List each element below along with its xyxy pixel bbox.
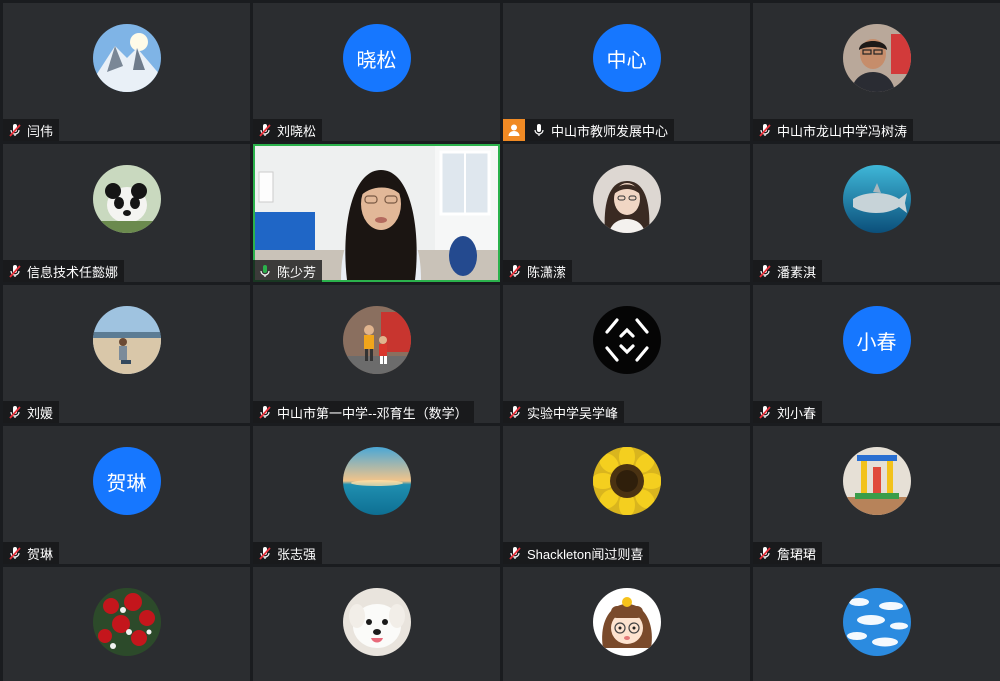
name-bar: 潘素淇 — [753, 260, 823, 282]
mic-muted-icon[interactable] — [7, 263, 23, 279]
participant-name: 刘小春 — [777, 405, 817, 421]
avatar-child — [342, 306, 411, 374]
host-user-icon — [503, 119, 525, 141]
participant-name: 刘媛 — [27, 405, 54, 421]
avatar-initials: 中心 — [592, 24, 661, 92]
participant-tile[interactable]: 信息技术任懿娜 — [3, 144, 250, 282]
participant-tile[interactable]: 詹珺珺 — [753, 426, 1000, 564]
avatar-clouds — [842, 588, 911, 656]
avatar-mountain — [92, 24, 161, 92]
name-bar: 中山市第一中学--邓育生（数学） — [253, 401, 474, 423]
participant-name: 张志强 — [277, 546, 317, 562]
name-bar: 陈少芳 — [253, 260, 323, 282]
avatar-roses — [92, 588, 161, 656]
avatar-cartoon-girl — [592, 588, 661, 656]
participant-name: Shackleton闻过则喜 — [527, 546, 644, 562]
avatar-dog — [342, 588, 411, 656]
mic-speaking-icon[interactable] — [257, 263, 273, 279]
mic-muted-icon[interactable] — [757, 545, 773, 561]
name-bar: 刘小春 — [753, 401, 823, 423]
avatar-toy — [842, 447, 911, 515]
avatar-initials: 晓松 — [342, 24, 411, 92]
name-bar: 闫伟 — [3, 119, 60, 141]
avatar-woman — [592, 165, 661, 233]
participant-tile[interactable]: 实验中学吴学峰 — [503, 285, 750, 423]
name-bar: 陈潇潆 — [503, 260, 573, 282]
participant-grid: 闫伟 晓松 刘晓松 中心 中山市教师发展中心 中山市龙山中学冯树涛 信息技术任懿… — [3, 3, 1000, 681]
name-bar: 张志强 — [253, 542, 323, 564]
participant-name: 信息技术任懿娜 — [27, 264, 119, 280]
participant-tile[interactable]: Shackleton闻过则喜 — [503, 426, 750, 564]
name-bar: 实验中学吴学峰 — [503, 401, 625, 423]
participant-name: 中山市龙山中学冯树涛 — [777, 123, 908, 139]
mic-muted-icon[interactable] — [507, 545, 523, 561]
name-bar: 信息技术任懿娜 — [3, 260, 125, 282]
avatar-initials: 贺琳 — [92, 447, 161, 515]
participant-tile-active-speaker[interactable]: 陈少芳 — [253, 144, 500, 282]
participant-tile[interactable]: 张志强 — [253, 426, 500, 564]
avatar-initials: 小春 — [842, 306, 911, 374]
participant-name: 陈少芳 — [277, 264, 317, 280]
participant-name: 中山市教师发展中心 — [551, 123, 669, 139]
participant-tile[interactable]: 贺琳 贺琳 — [3, 426, 250, 564]
participant-tile[interactable]: 闫伟 — [3, 3, 250, 141]
mic-muted-icon[interactable] — [757, 122, 773, 138]
participant-tile[interactable] — [3, 567, 250, 681]
mic-muted-icon[interactable] — [7, 122, 23, 138]
participant-name: 陈潇潆 — [527, 264, 567, 280]
name-bar: 中山市教师发展中心 — [503, 119, 675, 141]
mic-muted-icon[interactable] — [257, 404, 273, 420]
participant-name: 詹珺珺 — [777, 546, 817, 562]
participant-tile[interactable]: 陈潇潆 — [503, 144, 750, 282]
avatar-beach — [92, 306, 161, 374]
participant-tile[interactable]: 刘媛 — [3, 285, 250, 423]
participant-tile[interactable] — [253, 567, 500, 681]
name-bar: 刘媛 — [3, 401, 60, 423]
mic-muted-icon[interactable] — [507, 263, 523, 279]
mic-muted-icon[interactable] — [257, 122, 273, 138]
avatar-man — [842, 24, 911, 92]
participant-tile[interactable]: 晓松 刘晓松 — [253, 3, 500, 141]
participant-name: 贺琳 — [27, 546, 54, 562]
participant-name: 潘素淇 — [777, 264, 817, 280]
participant-name: 刘晓松 — [277, 123, 317, 139]
participant-name: 实验中学吴学峰 — [527, 405, 619, 421]
avatar-shark — [842, 165, 911, 233]
name-bar: 詹珺珺 — [753, 542, 823, 564]
participant-tile[interactable]: 中山市龙山中学冯树涛 — [753, 3, 1000, 141]
mic-muted-icon[interactable] — [757, 404, 773, 420]
mic-on-icon[interactable] — [531, 122, 547, 138]
participant-tile[interactable] — [753, 567, 1000, 681]
name-bar: 中山市龙山中学冯树涛 — [753, 119, 914, 141]
name-bar: 刘晓松 — [253, 119, 323, 141]
participant-tile[interactable]: 中心 中山市教师发展中心 — [503, 3, 750, 141]
participant-tile[interactable]: 小春 刘小春 — [753, 285, 1000, 423]
participant-name: 闫伟 — [27, 123, 54, 139]
participant-tile[interactable] — [503, 567, 750, 681]
mic-muted-icon[interactable] — [757, 263, 773, 279]
participant-tile[interactable]: 潘素淇 — [753, 144, 1000, 282]
avatar-panda — [92, 165, 161, 233]
mic-muted-icon[interactable] — [507, 404, 523, 420]
mic-muted-icon[interactable] — [7, 404, 23, 420]
mic-muted-icon[interactable] — [7, 545, 23, 561]
name-bar: Shackleton闻过则喜 — [503, 542, 650, 564]
avatar-sunflower — [592, 447, 661, 515]
participant-name: 中山市第一中学--邓育生（数学） — [277, 405, 468, 421]
mic-muted-icon[interactable] — [257, 545, 273, 561]
name-bar: 贺琳 — [3, 542, 60, 564]
avatar-sea-sunset — [342, 447, 411, 515]
participant-tile[interactable]: 中山市第一中学--邓育生（数学） — [253, 285, 500, 423]
avatar-logo — [592, 306, 661, 374]
